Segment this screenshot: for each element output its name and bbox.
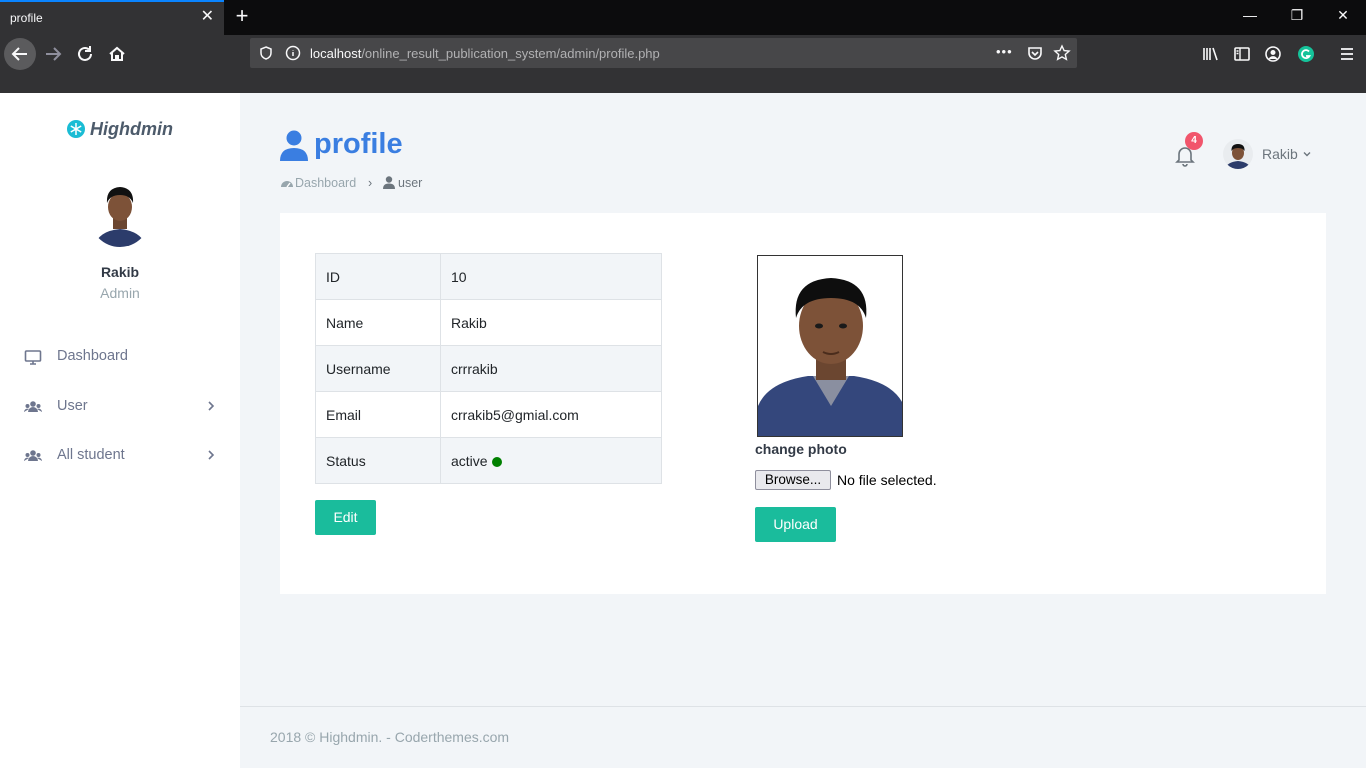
sidebar-user-name: Rakib	[100, 264, 140, 280]
url-text: localhost/online_result_publication_syst…	[310, 46, 660, 61]
page-actions-icon[interactable]: •••	[996, 44, 1013, 59]
field-value: 10	[440, 253, 662, 300]
edit-button[interactable]: Edit	[315, 500, 376, 535]
forward-arrow-icon[interactable]	[42, 43, 64, 65]
field-label: ID	[315, 253, 441, 300]
file-status-text: No file selected.	[837, 472, 937, 488]
users-icon	[24, 450, 42, 461]
avatar-photo	[90, 175, 150, 247]
close-window-button[interactable]: ✕	[1333, 7, 1353, 24]
field-label: Email	[315, 391, 441, 438]
back-arrow-icon	[11, 47, 27, 61]
grammarly-icon[interactable]	[1295, 43, 1317, 65]
tab-strip: profile ✕ + — ❐ ✕	[0, 0, 1366, 35]
profile-table: ID 10 Name Rakib Username crrrakib Email…	[315, 253, 662, 484]
restore-button[interactable]: ❐	[1287, 7, 1307, 24]
sidebar-item-all-student[interactable]: All student	[0, 441, 240, 471]
notification-badge: 4	[1185, 132, 1203, 150]
tachometer-icon	[281, 181, 293, 188]
field-value: crrrakib	[440, 345, 662, 392]
tab-title: profile	[10, 11, 43, 25]
profile-photo-image	[758, 256, 902, 436]
profile-photo	[757, 255, 903, 437]
profile-card: ID 10 Name Rakib Username crrrakib Email…	[280, 213, 1326, 594]
url-host: localhost	[310, 46, 362, 61]
header-user-name[interactable]: Rakib	[1262, 146, 1298, 162]
browser-tab[interactable]: profile ✕	[0, 0, 224, 35]
chevron-right-icon	[208, 450, 215, 460]
chevron-down-icon[interactable]	[1303, 150, 1311, 158]
sidebar-toggle-icon[interactable]	[1231, 43, 1253, 65]
browser-chrome: profile ✕ + — ❐ ✕ localhost/online_resul…	[0, 0, 1366, 93]
url-bar[interactable]: localhost/online_result_publication_syst…	[250, 38, 1077, 68]
menu-icon[interactable]	[1336, 43, 1358, 65]
field-label: Name	[315, 299, 441, 346]
status-cell: active	[440, 437, 662, 484]
pocket-icon[interactable]	[1026, 44, 1044, 62]
snowflake-icon	[67, 120, 85, 138]
page-title-text: profile	[314, 128, 403, 160]
table-row: Email crrakib5@gmial.com	[315, 391, 662, 438]
chevron-right-icon	[208, 401, 215, 411]
breadcrumb-separator: ›	[368, 176, 373, 190]
breadcrumb-current: user	[398, 176, 423, 190]
upload-button[interactable]: Upload	[755, 507, 836, 542]
avatar-photo	[1223, 139, 1253, 169]
table-row: Status active	[315, 437, 662, 484]
footer: 2018 © Highdmin. - Coderthemes.com	[240, 706, 1366, 768]
back-button[interactable]	[4, 38, 36, 70]
sidebar-avatar[interactable]	[90, 175, 150, 247]
bookmark-star-icon[interactable]	[1053, 44, 1071, 62]
field-value: Rakib	[440, 299, 662, 346]
new-tab-button[interactable]: +	[232, 5, 252, 27]
user-icon	[280, 130, 308, 161]
sidebar-item-label: All student	[57, 447, 125, 463]
sidebar-item-label: User	[57, 398, 88, 414]
info-icon[interactable]	[285, 45, 301, 61]
reload-icon[interactable]	[74, 43, 96, 65]
header-avatar[interactable]	[1223, 139, 1253, 169]
sidebar-item-user[interactable]: User	[0, 392, 240, 422]
status-indicator	[491, 456, 502, 467]
table-row: Username crrrakib	[315, 345, 662, 392]
url-path: /online_result_publication_system/admin/…	[361, 46, 660, 61]
status-text: active	[451, 452, 488, 469]
sidebar-item-dashboard[interactable]: Dashboard	[0, 342, 240, 372]
footer-text: 2018 © Highdmin. - Coderthemes.com	[270, 729, 510, 745]
browse-file-button[interactable]: Browse...	[755, 470, 831, 490]
account-icon[interactable]	[1262, 43, 1284, 65]
field-label: Status	[315, 437, 441, 484]
sidebar-user-role: Admin	[100, 285, 140, 301]
table-row: ID 10	[315, 253, 662, 300]
monitor-icon	[24, 350, 42, 365]
minimize-button[interactable]: —	[1240, 7, 1260, 23]
home-icon[interactable]	[106, 43, 128, 65]
shield-icon[interactable]	[258, 45, 274, 61]
field-label: Username	[315, 345, 441, 392]
tab-close-icon[interactable]: ✕	[201, 9, 214, 25]
nav-toolbar: localhost/online_result_publication_syst…	[0, 35, 1366, 93]
table-row: Name Rakib	[315, 299, 662, 346]
user-icon	[383, 176, 395, 189]
sidebar-item-label: Dashboard	[57, 348, 128, 364]
brand-name: Highdmin	[90, 119, 173, 139]
change-photo-label: change photo	[755, 441, 847, 457]
users-icon	[24, 401, 42, 412]
field-value: crrakib5@gmial.com	[440, 391, 662, 438]
library-icon[interactable]	[1200, 43, 1222, 65]
breadcrumb-dashboard-link[interactable]: Dashboard	[295, 176, 356, 190]
sidebar: Highdmin Rakib Admin Dashboard User All …	[0, 93, 240, 768]
